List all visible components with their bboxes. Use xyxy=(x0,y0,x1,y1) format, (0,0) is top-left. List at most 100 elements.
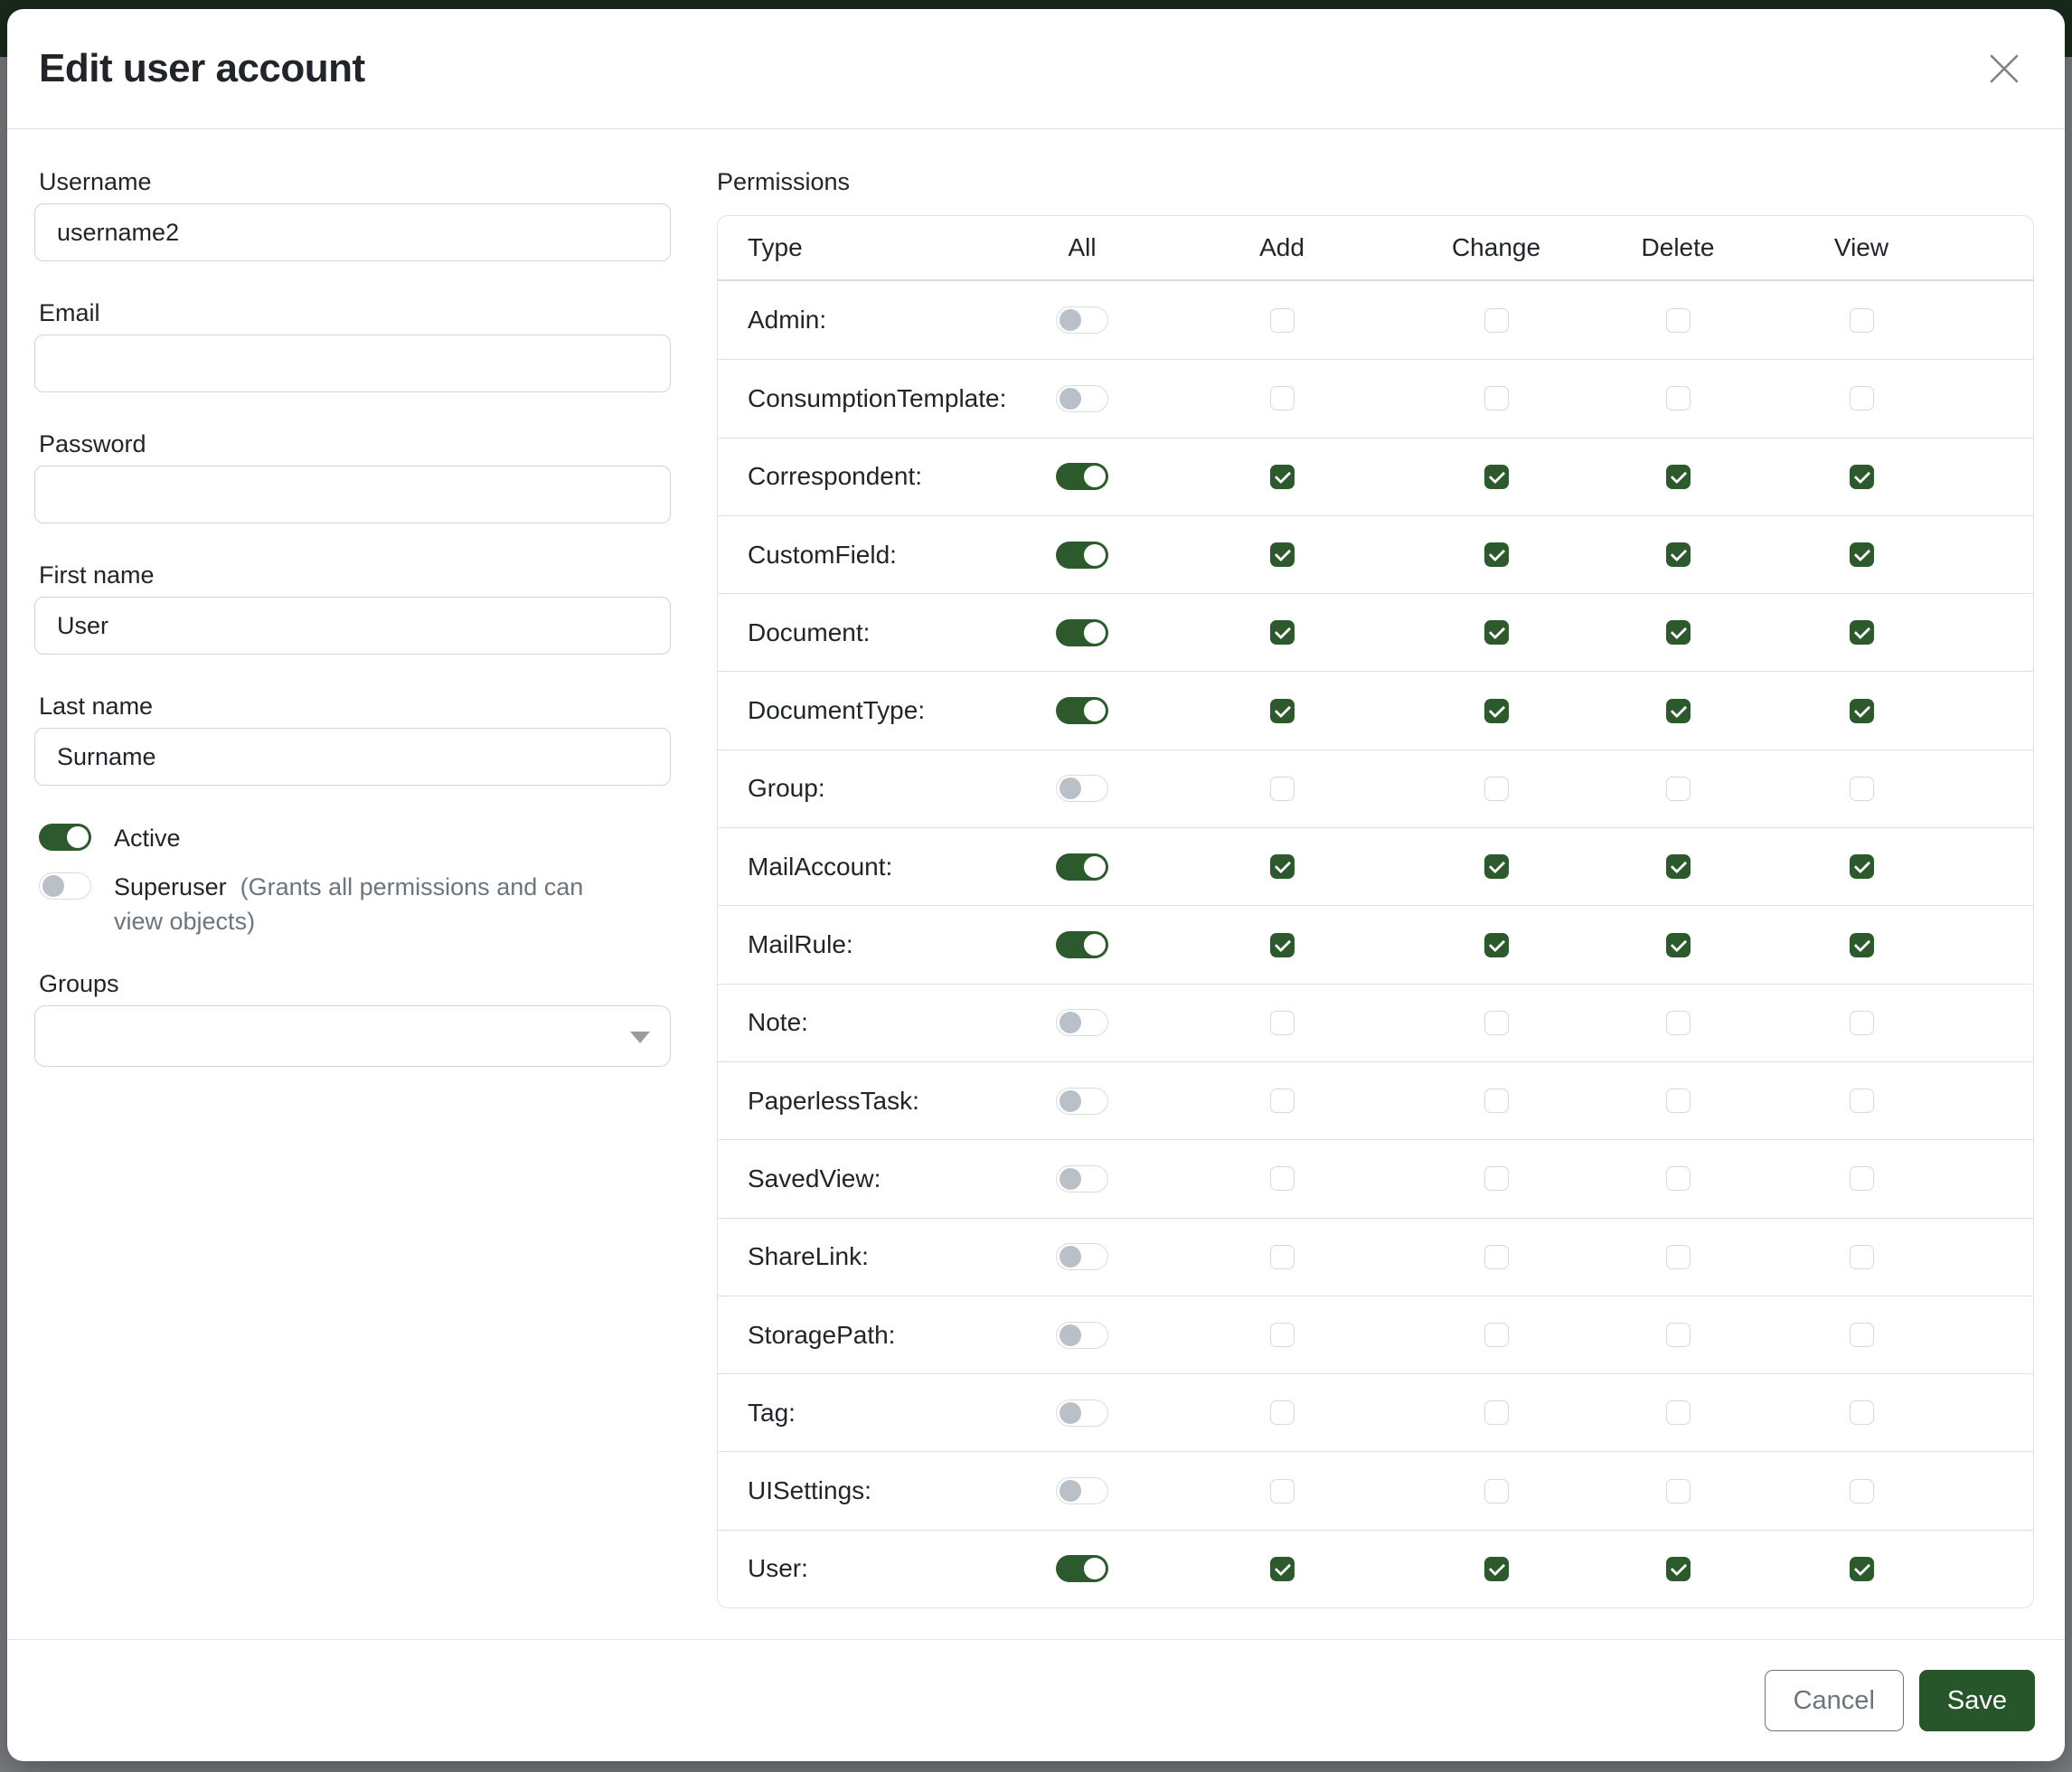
permission-add-checkbox[interactable] xyxy=(1270,777,1295,801)
permission-view-checkbox[interactable] xyxy=(1850,1557,1874,1581)
permission-add-checkbox[interactable] xyxy=(1270,1089,1295,1113)
permission-add-checkbox[interactable] xyxy=(1270,1011,1295,1035)
permission-delete-checkbox[interactable] xyxy=(1666,1323,1691,1347)
permission-add-checkbox[interactable] xyxy=(1270,1323,1295,1347)
permission-view-checkbox[interactable] xyxy=(1850,933,1874,957)
permission-view-checkbox[interactable] xyxy=(1850,1011,1874,1035)
permission-change-checkbox[interactable] xyxy=(1484,1089,1509,1113)
permission-delete-checkbox[interactable] xyxy=(1666,1400,1691,1425)
permission-all-toggle[interactable] xyxy=(1056,463,1108,490)
permission-delete-checkbox[interactable] xyxy=(1666,1089,1691,1113)
close-icon[interactable] xyxy=(1982,46,2027,91)
permission-all-toggle[interactable] xyxy=(1056,1243,1108,1270)
permission-view-checkbox[interactable] xyxy=(1850,386,1874,410)
permission-all-toggle[interactable] xyxy=(1056,697,1108,724)
permission-change-checkbox[interactable] xyxy=(1484,1166,1509,1191)
permission-add-checkbox[interactable] xyxy=(1270,1166,1295,1191)
permission-change-checkbox[interactable] xyxy=(1484,777,1509,801)
permission-all-toggle[interactable] xyxy=(1056,1477,1108,1504)
permission-all-toggle[interactable] xyxy=(1056,1400,1108,1427)
permission-all-toggle[interactable] xyxy=(1056,385,1108,412)
permission-delete-checkbox[interactable] xyxy=(1666,308,1691,333)
permission-delete-checkbox[interactable] xyxy=(1666,854,1691,879)
permission-change-checkbox[interactable] xyxy=(1484,1557,1509,1581)
permission-delete-checkbox[interactable] xyxy=(1666,386,1691,410)
permission-add-checkbox[interactable] xyxy=(1270,542,1295,567)
permission-all-toggle[interactable] xyxy=(1056,853,1108,881)
permission-delete-checkbox[interactable] xyxy=(1666,1245,1691,1269)
permission-all-toggle[interactable] xyxy=(1056,1322,1108,1349)
permission-view-checkbox[interactable] xyxy=(1850,1323,1874,1347)
permission-all-toggle[interactable] xyxy=(1056,1088,1108,1115)
permission-delete-checkbox[interactable] xyxy=(1666,1166,1691,1191)
permission-view-checkbox[interactable] xyxy=(1850,308,1874,333)
permission-change-checkbox[interactable] xyxy=(1484,308,1509,333)
permission-change-checkbox[interactable] xyxy=(1484,1400,1509,1425)
permission-delete-checkbox[interactable] xyxy=(1666,465,1691,489)
permission-add-checkbox[interactable] xyxy=(1270,308,1295,333)
permission-add-checkbox[interactable] xyxy=(1270,699,1295,723)
permission-add-checkbox[interactable] xyxy=(1270,1245,1295,1269)
permission-delete-checkbox[interactable] xyxy=(1666,1557,1691,1581)
first-name-input[interactable] xyxy=(34,597,671,655)
permission-add-checkbox[interactable] xyxy=(1270,465,1295,489)
password-input[interactable] xyxy=(34,466,671,523)
permission-add-checkbox[interactable] xyxy=(1270,1400,1295,1425)
permission-delete-checkbox[interactable] xyxy=(1666,1011,1691,1035)
permission-all-toggle[interactable] xyxy=(1056,542,1108,569)
permission-view-checkbox[interactable] xyxy=(1850,1166,1874,1191)
permission-all-toggle[interactable] xyxy=(1056,931,1108,958)
permission-change-checkbox[interactable] xyxy=(1484,1479,1509,1503)
permission-delete-checkbox[interactable] xyxy=(1666,620,1691,645)
permission-delete-checkbox[interactable] xyxy=(1666,699,1691,723)
permission-view-checkbox[interactable] xyxy=(1850,1089,1874,1113)
active-toggle[interactable] xyxy=(39,824,91,851)
permission-change-checkbox[interactable] xyxy=(1484,854,1509,879)
permission-view-checkbox[interactable] xyxy=(1850,1400,1874,1425)
permission-change-checkbox[interactable] xyxy=(1484,933,1509,957)
permission-change-checkbox[interactable] xyxy=(1484,386,1509,410)
permission-view-checkbox[interactable] xyxy=(1850,465,1874,489)
save-button[interactable]: Save xyxy=(1919,1670,2035,1731)
permission-add-checkbox[interactable] xyxy=(1270,854,1295,879)
permission-add-checkbox[interactable] xyxy=(1270,1557,1295,1581)
permission-change-checkbox[interactable] xyxy=(1484,620,1509,645)
permission-all-toggle[interactable] xyxy=(1056,619,1108,646)
permission-view-checkbox[interactable] xyxy=(1850,699,1874,723)
permission-view-checkbox[interactable] xyxy=(1850,1245,1874,1269)
modal-body: Username Email Password First name Last … xyxy=(7,129,2065,1639)
email-input[interactable] xyxy=(34,335,671,392)
permission-change-checkbox[interactable] xyxy=(1484,465,1509,489)
permission-row: MailRule: xyxy=(718,905,2033,983)
permission-view-checkbox[interactable] xyxy=(1850,542,1874,567)
permission-all-toggle[interactable] xyxy=(1056,1009,1108,1036)
permission-view-checkbox[interactable] xyxy=(1850,1479,1874,1503)
permission-delete-checkbox[interactable] xyxy=(1666,777,1691,801)
permission-add-checkbox[interactable] xyxy=(1270,620,1295,645)
permission-view-checkbox[interactable] xyxy=(1850,854,1874,879)
permission-row: Group: xyxy=(718,749,2033,827)
permission-add-checkbox[interactable] xyxy=(1270,386,1295,410)
permission-change-checkbox[interactable] xyxy=(1484,1323,1509,1347)
permission-delete-checkbox[interactable] xyxy=(1666,933,1691,957)
permission-delete-checkbox[interactable] xyxy=(1666,1479,1691,1503)
permission-type-label: ShareLink: xyxy=(718,1242,989,1271)
permission-delete-checkbox[interactable] xyxy=(1666,542,1691,567)
permission-change-checkbox[interactable] xyxy=(1484,699,1509,723)
groups-select[interactable] xyxy=(34,1005,671,1067)
permission-view-checkbox[interactable] xyxy=(1850,777,1874,801)
superuser-toggle[interactable] xyxy=(39,872,91,900)
permission-view-checkbox[interactable] xyxy=(1850,620,1874,645)
permission-add-checkbox[interactable] xyxy=(1270,933,1295,957)
permission-all-toggle[interactable] xyxy=(1056,1555,1108,1582)
last-name-input[interactable] xyxy=(34,728,671,786)
permission-change-checkbox[interactable] xyxy=(1484,1245,1509,1269)
permission-all-toggle[interactable] xyxy=(1056,1165,1108,1192)
cancel-button[interactable]: Cancel xyxy=(1765,1670,1904,1731)
permission-all-toggle[interactable] xyxy=(1056,306,1108,334)
permission-change-checkbox[interactable] xyxy=(1484,542,1509,567)
permission-all-toggle[interactable] xyxy=(1056,775,1108,802)
username-input[interactable] xyxy=(34,203,671,261)
permission-add-checkbox[interactable] xyxy=(1270,1479,1295,1503)
permission-change-checkbox[interactable] xyxy=(1484,1011,1509,1035)
